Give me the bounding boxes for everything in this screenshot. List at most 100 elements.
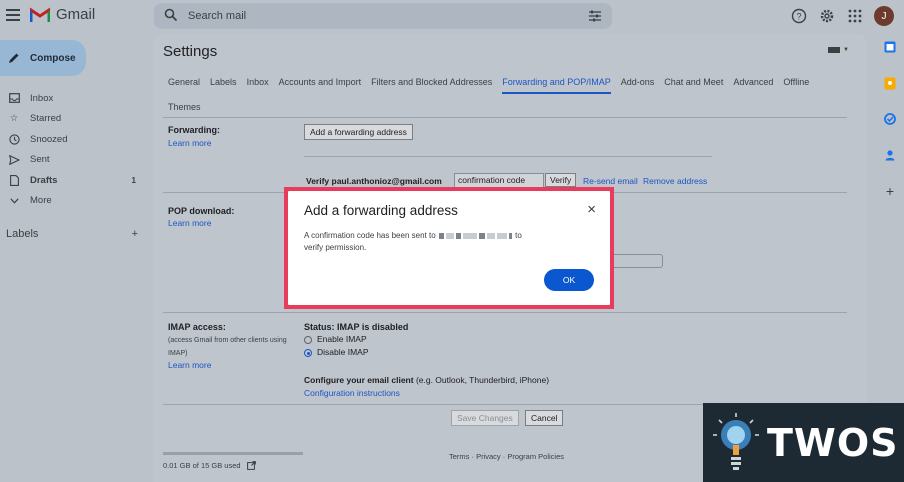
forwarding-learn-more-link[interactable]: Learn more <box>168 138 211 148</box>
close-icon[interactable]: × <box>587 201 596 218</box>
settings-tabs: General Labels Inbox Accounts and Import… <box>168 72 858 117</box>
keep-icon[interactable] <box>883 76 897 90</box>
imap-status: Status: IMAP is disabled <box>304 322 409 332</box>
sidebar-item-sent[interactable]: Sent <box>0 150 150 171</box>
configure-rest: (e.g. Outlook, Thunderbird, iPhone) <box>413 375 550 385</box>
pop-select[interactable] <box>611 254 663 268</box>
sidebar-nav: Inbox ☆ Starred Snoozed Sent Drafts 1 Mo… <box>0 88 150 211</box>
gmail-logo[interactable]: Gmail <box>30 6 95 23</box>
top-bar: Gmail Search mail ? J <box>0 0 904 32</box>
pencil-icon <box>9 53 19 63</box>
sidebar-item-label: Inbox <box>30 92 54 104</box>
tab-general[interactable]: General <box>168 77 200 87</box>
watermark-text: TWOS <box>767 420 899 465</box>
tab-advanced[interactable]: Advanced <box>733 77 773 87</box>
caret-down-icon[interactable]: ▼ <box>843 47 849 53</box>
contacts-icon[interactable] <box>883 148 897 162</box>
resend-email-link[interactable]: Re-send email <box>583 176 638 186</box>
storage-bar <box>163 452 303 455</box>
gmail-m-icon <box>30 7 50 22</box>
footer-links[interactable]: Terms · Privacy · Program Policies <box>449 452 564 461</box>
add-label-icon[interactable]: + <box>132 228 138 240</box>
sidebar-item-label: More <box>30 195 52 207</box>
verify-button[interactable]: Verify <box>545 173 577 187</box>
verify-address-text: Verify paul.anthonioz@gmail.com <box>306 176 442 186</box>
avatar[interactable]: J <box>874 6 894 26</box>
inbox-icon <box>8 92 20 104</box>
dialog-message-end: to <box>515 231 522 240</box>
dialog-title: Add a forwarding address <box>304 203 458 218</box>
imap-sub-2: IMAP) <box>168 350 188 357</box>
page-title: Settings <box>163 43 218 60</box>
configure-bold: Configure your email client <box>304 375 414 385</box>
sidebar-item-label: Sent <box>30 154 50 166</box>
sidebar-item-more[interactable]: More <box>0 191 150 212</box>
main-menu-icon[interactable] <box>6 9 20 21</box>
divider <box>304 156 712 157</box>
remove-address-link[interactable]: Remove address <box>643 176 707 186</box>
add-addon-icon[interactable]: + <box>883 183 897 199</box>
sidebar-item-drafts[interactable]: Drafts 1 <box>0 170 150 191</box>
tab-chat-meet[interactable]: Chat and Meet <box>664 77 723 87</box>
pop-download-label: POP download: <box>168 206 235 216</box>
enable-imap-radio[interactable] <box>304 336 312 344</box>
keyboard-icon[interactable] <box>828 47 840 53</box>
configure-client-text: Configure your email client (e.g. Outloo… <box>304 375 549 385</box>
apps-grid-icon[interactable] <box>846 7 864 25</box>
sidebar-item-label: Drafts <box>30 174 58 186</box>
cancel-button[interactable]: Cancel <box>525 410 564 426</box>
app-name: Gmail <box>56 6 96 23</box>
divider <box>163 312 847 313</box>
imap-sub-1: (access Gmail from other clients using <box>168 337 287 344</box>
search-icon[interactable] <box>164 8 178 22</box>
search-input[interactable]: Search mail <box>188 10 246 22</box>
labels-heading: Labels <box>6 228 39 240</box>
sidebar-item-snoozed[interactable]: Snoozed <box>0 129 150 150</box>
sidebar-item-inbox[interactable]: Inbox <box>0 88 150 109</box>
storage-text: 0.01 GB of 15 GB used <box>163 461 256 470</box>
settings-gear-icon[interactable] <box>818 7 836 25</box>
tab-labels[interactable]: Labels <box>210 77 237 87</box>
compose-button[interactable]: Compose <box>0 40 86 76</box>
labels-section: Labels + <box>6 228 138 240</box>
pop-learn-more-link[interactable]: Learn more <box>168 218 211 228</box>
send-icon <box>8 154 20 166</box>
dialog-message: A confirmation code has been sent to to … <box>304 230 594 254</box>
tasks-icon[interactable] <box>883 112 897 126</box>
add-forwarding-address-button[interactable]: Add a forwarding address <box>304 124 413 140</box>
forwarding-label: Forwarding: <box>168 125 220 135</box>
sidebar-item-label: Starred <box>30 113 62 125</box>
tab-themes[interactable]: Themes <box>168 102 201 112</box>
disable-imap-radio[interactable] <box>304 349 312 357</box>
configuration-instructions-link[interactable]: Configuration instructions <box>304 388 400 398</box>
divider <box>163 117 847 118</box>
tab-offline[interactable]: Offline <box>783 77 809 87</box>
search-options-icon[interactable] <box>588 9 602 23</box>
disable-imap-label[interactable]: Disable IMAP <box>317 347 369 357</box>
help-icon[interactable]: ? <box>790 7 808 25</box>
compose-label: Compose <box>30 52 76 64</box>
save-changes-button[interactable]: Save Changes <box>451 410 519 426</box>
sidebar-item-label: Snoozed <box>30 133 68 145</box>
search-bar[interactable]: Search mail <box>154 3 612 29</box>
tab-forwarding-pop-imap[interactable]: Forwarding and POP/IMAP <box>502 77 611 94</box>
enable-imap-label[interactable]: Enable IMAP <box>317 334 367 344</box>
imap-access-label: IMAP access: <box>168 322 226 332</box>
ok-button[interactable]: OK <box>544 269 594 291</box>
star-icon: ☆ <box>9 113 19 125</box>
add-forwarding-dialog: Add a forwarding address × A confirmatio… <box>288 191 610 305</box>
svg-text:?: ? <box>796 12 801 22</box>
tab-accounts-import[interactable]: Accounts and Import <box>279 77 362 87</box>
tab-add-ons[interactable]: Add-ons <box>621 77 655 87</box>
redacted-email <box>438 231 515 240</box>
tab-filters[interactable]: Filters and Blocked Addresses <box>371 77 492 87</box>
open-external-icon[interactable] <box>246 461 256 470</box>
draft-icon <box>8 174 20 186</box>
imap-learn-more-link[interactable]: Learn more <box>168 360 211 370</box>
storage-label: 0.01 GB of 15 GB used <box>163 461 241 470</box>
sidebar-item-starred[interactable]: ☆ Starred <box>0 109 150 130</box>
confirmation-code-input[interactable]: confirmation code <box>454 173 544 188</box>
calendar-icon[interactable] <box>883 40 897 54</box>
drafts-count: 1 <box>131 175 136 185</box>
tab-inbox[interactable]: Inbox <box>247 77 269 87</box>
